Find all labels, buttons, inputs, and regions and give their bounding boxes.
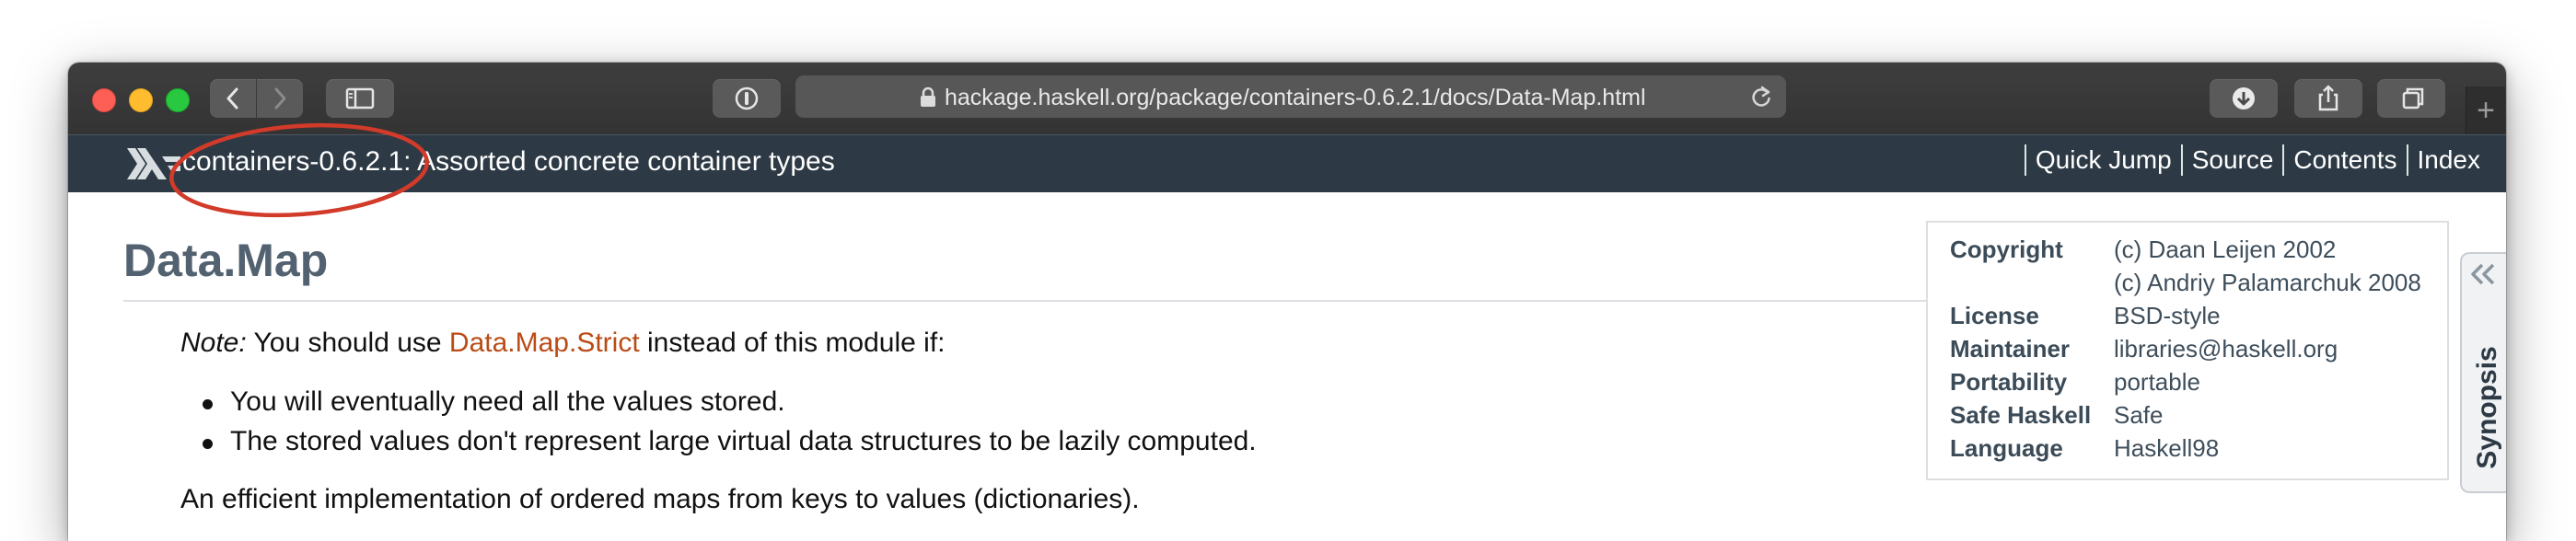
nav-quick-jump[interactable]: Quick Jump (2024, 144, 2181, 176)
nav-source[interactable]: Source (2180, 144, 2283, 176)
share-icon (2318, 85, 2338, 111)
back-button[interactable] (210, 79, 256, 118)
copyright-value: (c) Daan Leijen 2002 (2114, 236, 2337, 263)
forward-button[interactable] (257, 79, 303, 118)
header-nav: Quick Jump Source Contents Index (2024, 144, 2490, 176)
sidebar-icon (345, 87, 375, 109)
license-label: License (1950, 302, 2039, 329)
copyright-value: (c) Andriy Palamarchuk 2008 (2114, 269, 2421, 296)
module-info-table: Copyright (c) Daan Leijen 2002 (c) Andri… (1926, 221, 2449, 480)
close-window-button[interactable] (92, 88, 116, 112)
address-bar[interactable]: hackage.haskell.org/package/containers-0… (795, 75, 1786, 118)
chevron-right-icon (274, 87, 286, 109)
data-map-strict-link[interactable]: Data.Map.Strict (449, 328, 640, 358)
list-item: The stored values don't represent large … (203, 426, 1257, 456)
zoom-window-button[interactable] (166, 88, 190, 112)
language-label: Language (1950, 434, 2063, 462)
minimize-window-button[interactable] (129, 88, 153, 112)
note-text-after: instead of this module if: (639, 328, 946, 358)
reload-icon[interactable] (1749, 85, 1773, 109)
portability-label: Portability (1950, 368, 2068, 396)
sidebar-toggle-button[interactable] (326, 79, 394, 118)
lock-icon (921, 86, 935, 107)
tabs-overview-icon (2402, 87, 2424, 109)
synopsis-tab[interactable]: Synopsis (2460, 252, 2506, 493)
chevron-left-icon (226, 87, 238, 109)
language-value: Haskell98 (2114, 434, 2220, 462)
portability-value: portable (2114, 368, 2200, 396)
downloads-button[interactable] (2210, 79, 2278, 118)
url-text: hackage.haskell.org/package/containers-0… (945, 85, 1646, 110)
title-divider (123, 300, 2002, 302)
note-label: Note: (180, 328, 247, 358)
safe-haskell-value: Safe (2114, 401, 2164, 429)
download-icon (2233, 87, 2255, 109)
description-paragraph: An efficient implementation of ordered m… (180, 484, 1140, 514)
password-manager-button[interactable] (713, 79, 781, 118)
double-chevron-left-icon (2471, 263, 2495, 285)
list-item: You will eventually need all the values … (203, 386, 785, 417)
note-paragraph: Note: You should use Data.Map.Strict ins… (180, 328, 946, 359)
note-text-before: You should use (246, 328, 449, 358)
synopsis-label: Synopsis (2472, 346, 2502, 469)
share-button[interactable] (2294, 79, 2362, 118)
license-value: BSD-style (2114, 302, 2221, 329)
safe-haskell-label: Safe Haskell (1950, 401, 2092, 429)
show-all-tabs-button[interactable] (2377, 79, 2445, 118)
nav-index[interactable]: Index (2406, 144, 2490, 176)
new-tab-button[interactable]: + (2466, 86, 2505, 134)
module-title: Data.Map (123, 235, 329, 286)
maintainer-value: libraries@haskell.org (2114, 335, 2338, 363)
annotation-ellipse (169, 122, 429, 218)
copyright-label: Copyright (1950, 236, 2063, 263)
password-manager-icon (735, 86, 759, 110)
maintainer-label: Maintainer (1950, 335, 2071, 363)
nav-contents[interactable]: Contents (2282, 144, 2406, 176)
